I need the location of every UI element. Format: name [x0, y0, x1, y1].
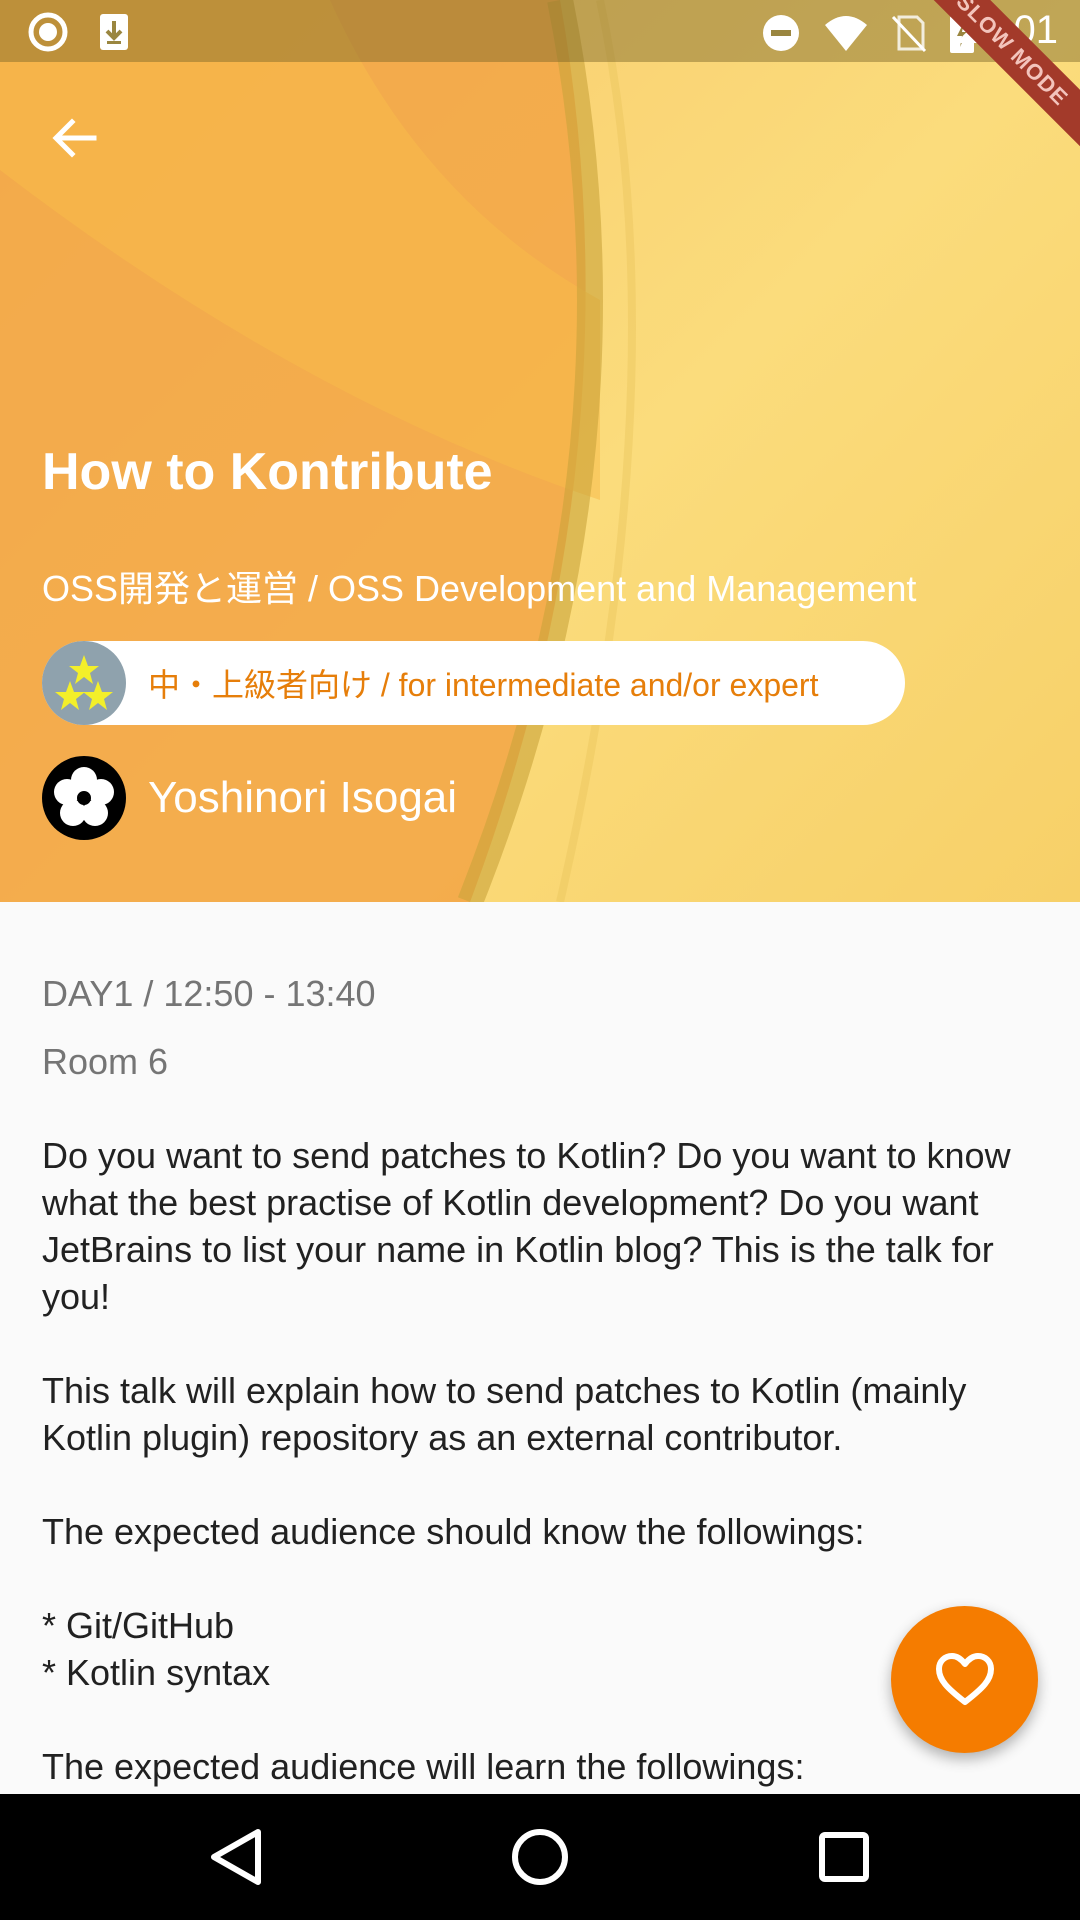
nav-home-icon — [512, 1829, 568, 1885]
heart-outline-icon — [935, 1652, 994, 1705]
nav-back-icon — [211, 1829, 261, 1885]
speaker-name[interactable]: Yoshinori Isogai — [148, 773, 457, 823]
level-label: 中・上級者向け / for intermediate and/or expert — [148, 667, 819, 703]
speaker[interactable]: Yoshinori Isogai — [42, 756, 457, 840]
status-bar: 23:01 — [0, 0, 1080, 62]
back-button[interactable] — [36, 100, 112, 176]
wifi-icon — [825, 16, 867, 51]
flower-crest-icon — [50, 764, 118, 832]
arrow-back-icon — [52, 118, 97, 158]
level-chip: 中・上級者向け / for intermediate and/or expert — [42, 641, 905, 725]
nav-back-button[interactable] — [200, 1822, 270, 1892]
speaker-avatar — [42, 756, 126, 840]
nav-recents-button[interactable] — [809, 1822, 879, 1892]
no-sim-icon — [891, 15, 927, 53]
nav-recents-icon — [819, 1832, 869, 1882]
download-icon — [100, 14, 128, 50]
navigation-bar — [0, 1794, 1080, 1920]
session-time: DAY1 / 12:50 - 13:40 — [42, 973, 376, 1014]
level-avatar — [42, 641, 126, 725]
nav-home-button[interactable] — [505, 1822, 575, 1892]
session-title: How to Kontribute — [42, 443, 493, 501]
favorite-button[interactable] — [891, 1606, 1038, 1753]
do-not-disturb-icon — [763, 15, 799, 51]
session-room: Room 6 — [42, 1041, 169, 1082]
session-header: 23:01 SLOW MODE How to Kontribute OSS開発と… — [0, 0, 1080, 902]
star-icon — [55, 655, 113, 710]
record-icon — [28, 12, 68, 52]
session-category: OSS開発と運営 / OSS Development and Managemen… — [42, 568, 917, 609]
